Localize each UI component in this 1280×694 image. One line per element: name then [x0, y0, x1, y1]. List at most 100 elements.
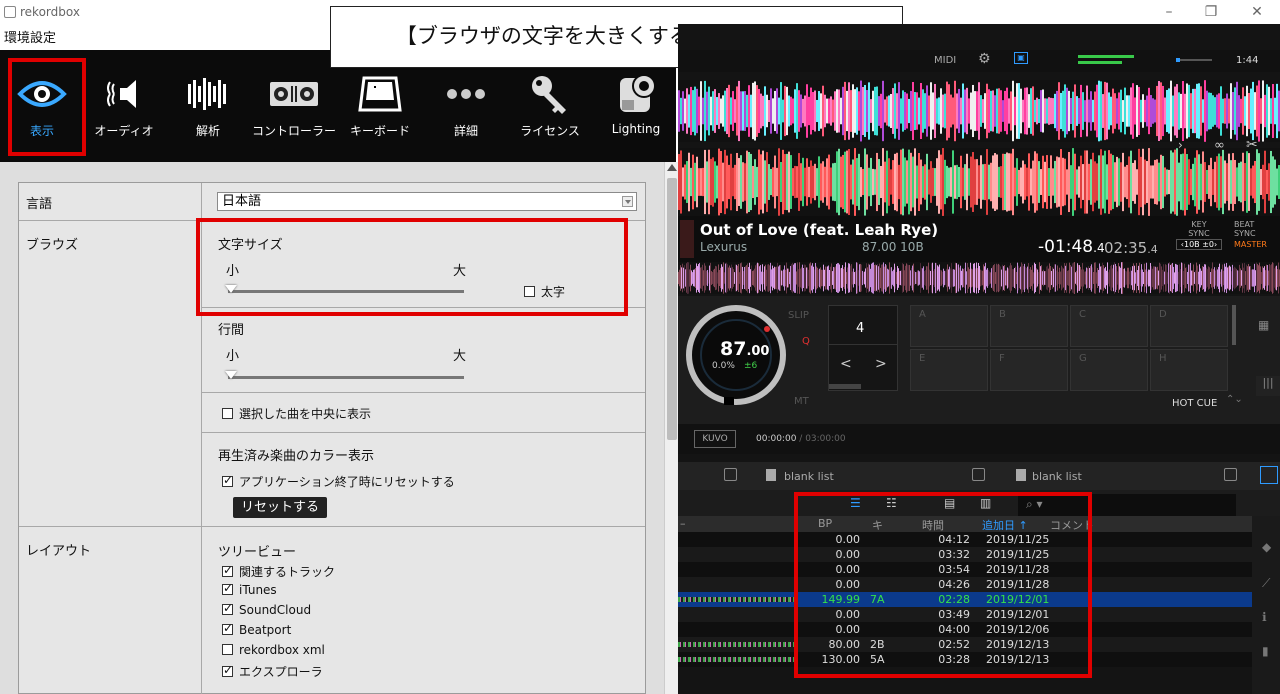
tree-item-checkbox[interactable]: rekordbox xml [222, 643, 325, 657]
beat-sync-label: SYNC [1234, 229, 1256, 238]
midi-button[interactable]: MIDI [934, 55, 956, 66]
tree-item-checkbox[interactable]: 関連するトラック [222, 563, 335, 580]
hot-cue-pads: ABCD EFGH [910, 305, 1228, 391]
minimize-button[interactable]: – [1154, 2, 1184, 22]
line-spacing-slider[interactable] [228, 376, 464, 379]
palette-icon[interactable]: ▮ [1262, 644, 1269, 658]
hot-cue-pad[interactable]: H [1150, 349, 1228, 391]
window-title: rekordbox [20, 5, 80, 19]
total-time: 02:35.4 [1104, 239, 1158, 257]
category-analysis-label: 解析 [195, 124, 220, 138]
volume-slider-knob[interactable] [1176, 58, 1180, 62]
line-spacing-title: 行間 [218, 323, 245, 338]
track-artist: Lexurus [700, 240, 748, 254]
close-button[interactable]: ✕ [1242, 2, 1272, 22]
checkbox-box[interactable] [222, 663, 233, 677]
scrollbar-thumb[interactable] [667, 178, 677, 440]
language-select[interactable]: 日本語 [217, 192, 637, 211]
pad-scroll[interactable] [1232, 305, 1236, 345]
tree-item-checkbox[interactable]: エクスプローラ [222, 663, 323, 680]
category-audio-label: オーディオ [94, 124, 154, 138]
track-waveform-preview [678, 597, 794, 602]
grid-icon[interactable]: ▦ [1258, 318, 1269, 332]
tree-item-checkbox[interactable]: Beatport [222, 621, 291, 637]
monitor-icon[interactable]: ▣ [1014, 52, 1028, 64]
side-panel-icon[interactable]: ||| [1256, 376, 1280, 396]
tree-item-label: iTunes [239, 583, 277, 597]
checkbox-box[interactable] [222, 644, 233, 655]
checkbox-box[interactable] [222, 581, 233, 595]
language-select-value: 日本語 [222, 194, 262, 209]
more-dots-icon [447, 89, 485, 99]
forward-icon[interactable]: › [1178, 138, 1183, 152]
category-audio[interactable]: オーディオ [88, 50, 160, 162]
category-controller[interactable]: コントローラー [252, 50, 336, 162]
reset-on-exit-checkbox[interactable]: アプリケーション終了時にリセットする [222, 473, 455, 490]
tab-blank-list-1[interactable]: blank list [784, 470, 834, 483]
link-icon[interactable]: ∞ [1214, 138, 1225, 153]
waveform-overview-bottom [678, 148, 1280, 216]
hot-cue-pad[interactable]: B [990, 305, 1068, 347]
tab-blank-list-2[interactable]: blank list [1032, 470, 1082, 483]
category-license-label: ライセンス [520, 124, 580, 138]
preferences-title: 環境設定 [4, 31, 57, 46]
tree-view-title: ツリービュー [218, 545, 297, 560]
hot-cue-selector[interactable]: HOT CUE [1172, 398, 1217, 409]
playlist-tab-icon[interactable] [724, 468, 737, 481]
hot-cue-pad[interactable]: E [910, 349, 988, 391]
checkbox-box[interactable] [222, 621, 233, 635]
reset-button[interactable]: リセットする [233, 497, 327, 518]
tree-item-checkbox[interactable]: iTunes [222, 581, 277, 597]
hot-cue-pad[interactable]: D [1150, 305, 1228, 347]
center-selected-checkbox-box[interactable] [222, 408, 233, 419]
key-sync-label: SYNC [1188, 229, 1210, 238]
checkbox-box[interactable] [222, 601, 233, 615]
browser-panel-icon[interactable] [1260, 466, 1278, 484]
volume-slider[interactable] [1176, 59, 1212, 61]
hot-cue-pad[interactable]: F [990, 349, 1068, 391]
key-value: 10B [1183, 240, 1200, 249]
tree-item-label: rekordbox xml [239, 643, 325, 657]
hot-cue-pad[interactable]: G [1070, 349, 1148, 391]
gear-icon[interactable]: ⚙ [978, 51, 991, 67]
line-spacing-slider-knob[interactable] [225, 371, 237, 379]
related-icon[interactable]: ⟋ [1262, 576, 1270, 591]
master-tempo-button[interactable]: MT [794, 396, 809, 407]
slip-button[interactable]: SLIP [788, 310, 809, 321]
remaining-time-fraction: .4 [1093, 241, 1105, 255]
quantize-button[interactable]: Q [802, 336, 810, 347]
reset-on-exit-checkbox-box[interactable] [222, 473, 233, 487]
waveform-overview-top [678, 80, 1280, 142]
playlist-tab-icon[interactable] [972, 468, 985, 481]
info-icon[interactable]: ℹ [1262, 610, 1267, 624]
master-label[interactable]: MASTER [1234, 240, 1280, 249]
tag-icon[interactable]: ◆ [1262, 540, 1271, 554]
hot-cue-pad[interactable]: A [910, 305, 988, 347]
playlist-tab-icon[interactable] [1224, 468, 1237, 481]
speaker-icon [107, 80, 136, 108]
beat-jump-value[interactable]: 4 [856, 321, 864, 336]
restore-button[interactable]: ❐ [1196, 2, 1226, 22]
chevron-updown-icon[interactable]: ⌃⌄ [1226, 394, 1243, 405]
preferences-scrollbar[interactable] [664, 162, 678, 694]
level-meter-bar [1078, 61, 1122, 64]
beat-jump-next[interactable]: > [875, 356, 887, 372]
beat-sync-panel[interactable]: BEAT SYNC MASTER [1234, 220, 1280, 249]
highlight-track-list [794, 492, 1092, 678]
key-value-box[interactable]: ‹10B ±0› [1176, 239, 1222, 250]
center-selected-checkbox[interactable]: 選択した曲を中央に表示 [222, 405, 371, 422]
beat-jump-prev[interactable]: < [840, 356, 852, 372]
scroll-up-arrow-icon[interactable] [667, 164, 677, 171]
pitch-range[interactable]: ±6 [744, 361, 757, 371]
key-sync-panel[interactable]: KEY SYNC ‹10B ±0› [1176, 220, 1222, 250]
kuvo-button[interactable]: KUVO [694, 430, 736, 448]
scissors-icon[interactable]: ✂ [1246, 137, 1258, 153]
hot-cue-pad[interactable]: C [1070, 305, 1148, 347]
deck-bpm-dec: .00 [746, 344, 770, 359]
category-analysis[interactable]: 解析 [172, 50, 244, 162]
checkbox-box[interactable] [222, 563, 233, 577]
highlight-display-category [8, 58, 86, 156]
jog-position-marker [764, 326, 770, 332]
key-icon [532, 76, 566, 114]
tree-item-checkbox[interactable]: SoundCloud [222, 601, 311, 617]
